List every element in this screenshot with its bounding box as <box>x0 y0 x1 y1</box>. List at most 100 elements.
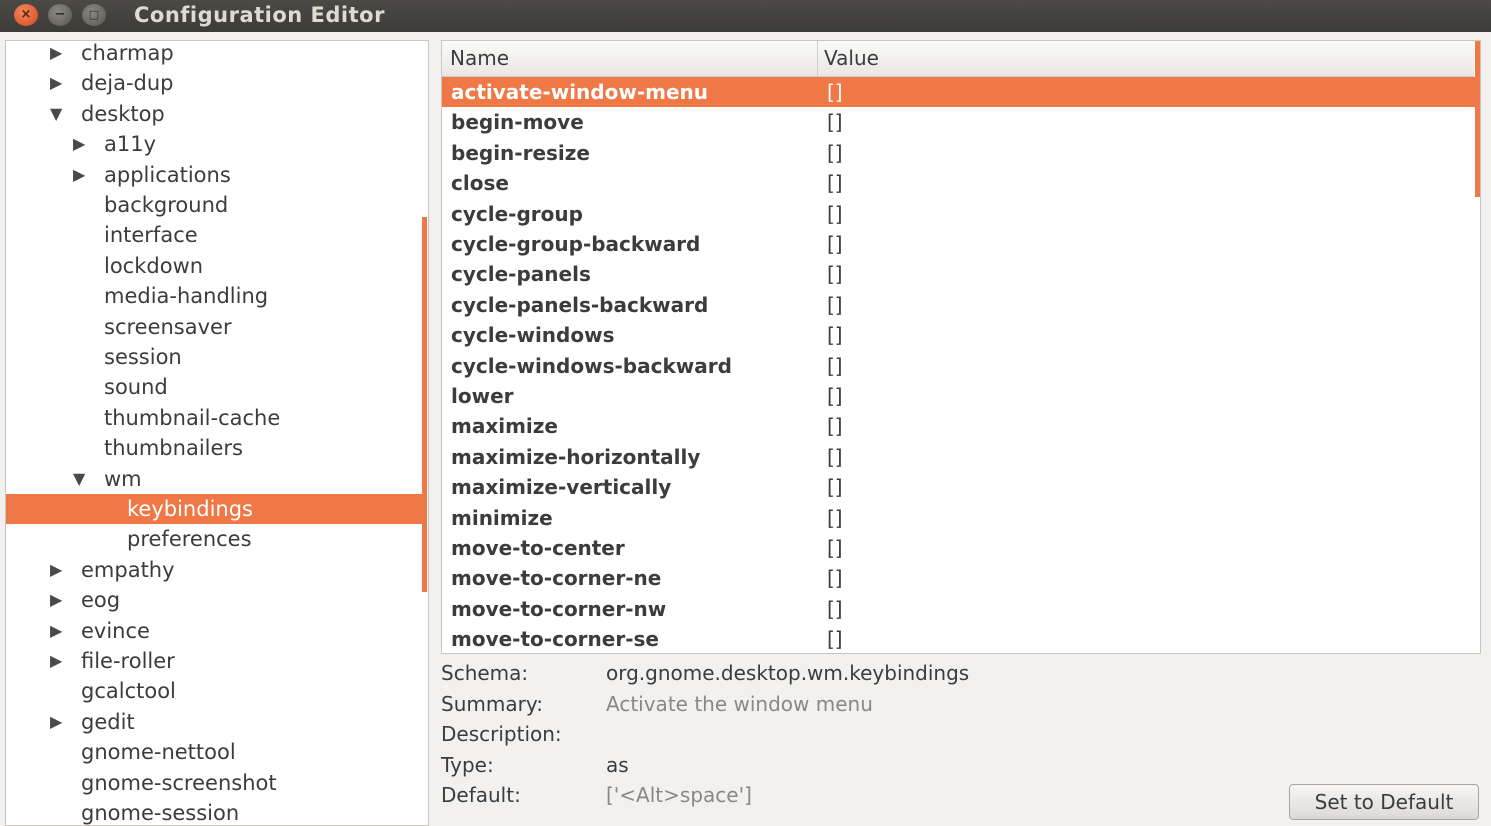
set-to-default-button[interactable]: Set to Default <box>1289 784 1479 820</box>
key-row[interactable]: move-to-corner-ne [] <box>442 563 1475 593</box>
key-value[interactable]: [] <box>827 229 843 259</box>
key-value[interactable]: [] <box>827 351 843 381</box>
key-row[interactable]: cycle-panels [] <box>442 259 1475 289</box>
tree-item[interactable]: thumbnailers <box>6 433 422 463</box>
key-list[interactable]: Name Value activate-window-menu[] begin-m… <box>441 40 1481 654</box>
key-value[interactable]: [] <box>827 533 843 563</box>
collapsed-arrow-icon[interactable]: ▶ <box>50 41 62 68</box>
key-value[interactable]: [] <box>827 199 843 229</box>
column-header-value[interactable]: Value <box>824 41 879 76</box>
tree-item[interactable]: keybindings <box>6 494 422 524</box>
key-row[interactable]: cycle-panels-backward [] <box>442 290 1475 320</box>
key-row[interactable]: begin-resize [] <box>442 138 1475 168</box>
key-value[interactable]: [] <box>827 411 843 441</box>
tree-item[interactable]: screensaver <box>6 312 422 342</box>
tree-item[interactable]: ▶ eog <box>6 585 422 615</box>
tree-item[interactable]: preferences <box>6 524 422 554</box>
key-row[interactable]: minimize [] <box>442 503 1475 533</box>
key-value[interactable]: [] <box>827 472 843 502</box>
key-row[interactable]: cycle-group [] <box>442 199 1475 229</box>
key-name: cycle-group-backward <box>451 232 701 256</box>
tree-item[interactable]: gnome-nettool <box>6 737 422 767</box>
collapsed-arrow-icon[interactable]: ▶ <box>50 68 62 98</box>
key-value[interactable]: [] <box>827 381 843 411</box>
key-value[interactable]: [] <box>827 77 843 107</box>
tree-item[interactable]: ▶ charmap <box>6 41 422 68</box>
key-row[interactable]: close [] <box>442 168 1475 198</box>
maximize-window-button[interactable]: □ <box>82 4 106 26</box>
key-value[interactable]: [] <box>827 320 843 350</box>
tree-item[interactable]: ▶ a11y <box>6 129 422 159</box>
tree-item-label: gnome-nettool <box>81 740 236 765</box>
key-name: move-to-corner-nw <box>451 596 667 621</box>
tree-scrollbar[interactable] <box>422 217 427 592</box>
tree-item[interactable]: ▶ empathy <box>6 555 422 585</box>
tree-item[interactable]: background <box>6 190 422 220</box>
key-row[interactable]: begin-move [] <box>442 107 1475 137</box>
expanded-arrow-icon[interactable]: ▼ <box>73 464 85 494</box>
key-row[interactable]: cycle-windows [] <box>442 320 1475 350</box>
key-value[interactable]: [] <box>827 168 843 198</box>
key-row[interactable]: move-to-corner-nw [] <box>442 594 1475 624</box>
key-row[interactable]: cycle-group-backward [] <box>442 229 1475 259</box>
collapsed-arrow-icon[interactable]: ▶ <box>50 555 62 585</box>
tree-item[interactable]: ▶ gedit <box>6 707 422 737</box>
tree-item[interactable]: media-handling <box>6 281 422 311</box>
tree-item[interactable]: ▶ applications <box>6 160 422 190</box>
key-row[interactable]: cycle-windows-backward [] <box>442 351 1475 381</box>
tree-item[interactable]: ▶ file-roller <box>6 646 422 676</box>
tree-item[interactable]: sound <box>6 372 422 402</box>
collapsed-arrow-icon[interactable]: ▶ <box>73 129 85 159</box>
tree-item-label: background <box>104 193 229 217</box>
collapsed-arrow-icon[interactable]: ▶ <box>50 585 62 615</box>
key-row[interactable]: activate-window-menu [] <box>442 77 1475 108</box>
tree-item[interactable]: ▼ wm <box>6 464 422 494</box>
close-window-button[interactable]: × <box>14 4 38 26</box>
collapsed-arrow-icon[interactable]: ▶ <box>50 707 62 737</box>
tree-item-label: deja-dup <box>81 71 174 96</box>
collapsed-arrow-icon[interactable]: ▶ <box>50 646 62 676</box>
schema-tree[interactable]: gnome-session gnome-screenshot gnome-netto… <box>5 40 429 826</box>
key-value[interactable]: [] <box>827 290 843 320</box>
tree-item[interactable]: gcalctool <box>6 676 422 706</box>
collapsed-arrow-icon[interactable]: ▶ <box>50 616 62 646</box>
tree-item[interactable]: interface <box>6 220 422 250</box>
tree-item[interactable]: ▶ evince <box>6 616 422 646</box>
tree-item[interactable]: lockdown <box>6 251 422 281</box>
tree-item[interactable]: thumbnail-cache <box>6 403 422 433</box>
key-value[interactable]: [] <box>827 138 843 168</box>
minimize-window-button[interactable]: − <box>48 4 72 26</box>
tree-item[interactable]: session <box>6 342 422 372</box>
tree-item[interactable]: ▼ desktop <box>6 99 422 129</box>
collapsed-arrow-icon[interactable]: ▶ <box>73 160 85 190</box>
list-scrollbar[interactable] <box>1475 41 1480 197</box>
key-value[interactable]: [] <box>827 442 843 472</box>
key-value[interactable]: [] <box>827 107 843 137</box>
key-name: maximize <box>451 414 558 439</box>
tree-item[interactable]: gnome-session <box>6 798 422 825</box>
tree-item-label: gnome-session <box>81 801 240 825</box>
key-row[interactable]: maximize-horizontally [] <box>442 442 1475 472</box>
tree-item-label: sound <box>104 375 168 400</box>
schema-label: Schema: <box>441 661 529 685</box>
key-value[interactable]: [] <box>827 624 843 653</box>
title-bar: × − □ Configuration Editor <box>0 0 1491 32</box>
tree-item[interactable]: ▶ deja-dup <box>6 68 422 98</box>
key-value[interactable]: [] <box>827 503 843 533</box>
tree-item[interactable]: gnome-screenshot <box>6 768 422 798</box>
key-row[interactable]: move-to-center [] <box>442 533 1475 563</box>
key-row[interactable]: maximize-vertically [] <box>442 472 1475 502</box>
key-row[interactable]: maximize [] <box>442 411 1475 441</box>
key-row[interactable]: move-to-corner-se [] <box>442 624 1475 653</box>
key-row[interactable]: lower [] <box>442 381 1475 411</box>
key-value[interactable]: [] <box>827 563 843 593</box>
tree-item-label: keybindings <box>127 497 253 521</box>
key-name: move-to-center <box>451 536 625 560</box>
key-value[interactable]: [] <box>827 594 843 624</box>
expanded-arrow-icon[interactable]: ▼ <box>50 99 62 129</box>
column-separator[interactable] <box>817 41 818 76</box>
key-name: cycle-group <box>451 201 583 226</box>
key-value[interactable]: [] <box>827 259 843 289</box>
tree-item-label: evince <box>81 618 150 643</box>
column-header-name[interactable]: Name <box>450 41 509 76</box>
